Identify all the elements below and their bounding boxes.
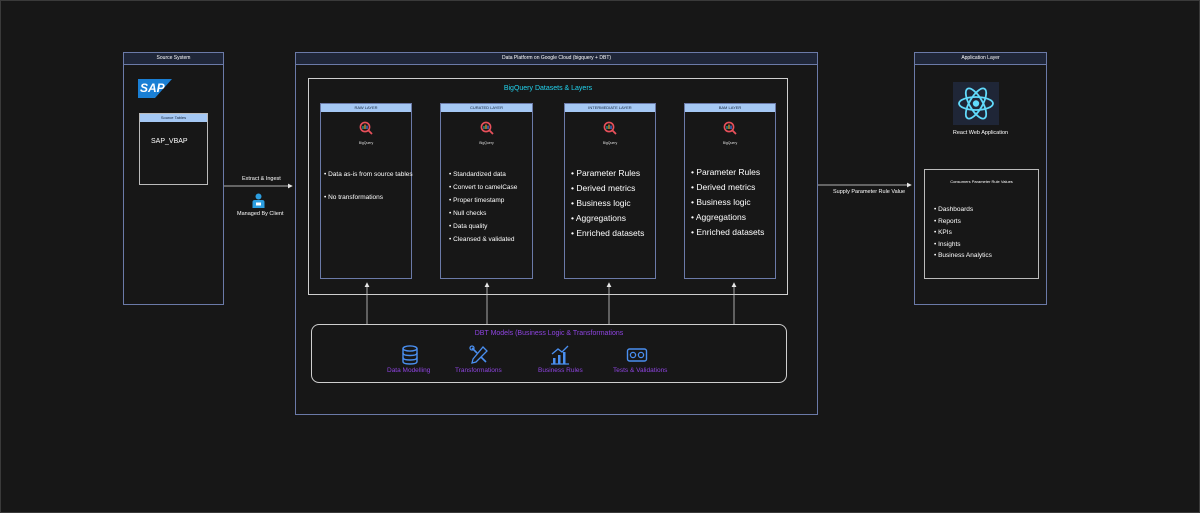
sap-logo: SAP [138, 79, 172, 98]
list-item: • Aggregations [571, 213, 626, 223]
list-item: • Business Analytics [934, 252, 992, 259]
consumers-box: Consumers Parameter Rule Values • Dashbo… [924, 169, 1039, 279]
list-item: • Cleansed & validated [449, 236, 515, 243]
list-item: • Business logic [691, 197, 751, 207]
managed-by-client-label: Managed By Client [237, 211, 284, 217]
list-item: • Standardized data [449, 171, 506, 178]
list-item: • Derived metrics [691, 182, 756, 192]
vr-icon [626, 344, 648, 366]
source-table-name: SAP_VBAP [151, 138, 188, 145]
database-icon [399, 344, 421, 366]
bigquery-label: BigQuery [479, 141, 494, 145]
bigquery-icon [480, 121, 494, 135]
layer-title: BAM LAYER [685, 104, 775, 112]
list-item: • Null checks [449, 210, 487, 217]
list-item: • Parameter Rules [571, 168, 641, 178]
tools-icon [468, 344, 490, 366]
react-icon [953, 82, 999, 125]
list-item: • Insights [934, 240, 961, 248]
layer-items: • Parameter Rules • Derived metrics • Bu… [571, 166, 644, 241]
list-item: • Parameter Rules [691, 167, 761, 177]
react-app-name: React Web Application [952, 130, 1009, 136]
dbt-item-label: Data Modelling [387, 367, 431, 374]
application-layer-title: Application Layer [915, 53, 1046, 65]
layer-items: • Data as-is from source tables • No tra… [324, 168, 413, 204]
application-layer-panel: Application Layer React Web Application … [914, 52, 1047, 305]
bigquery-logo: BigQuery [351, 121, 381, 145]
layer-title: RAW LAYER [321, 104, 411, 112]
bigquery-logo: BigQuery [595, 121, 625, 145]
source-system-title: Source System [124, 53, 223, 65]
list-item: • Enriched datasets [691, 227, 765, 237]
bigquery-logo: BigQuery [472, 121, 502, 145]
list-item: • No transformations [324, 194, 384, 201]
list-item: • KPIs [934, 229, 952, 236]
layer-title: CURATED LAYER [441, 104, 532, 112]
source-system-panel: Source System SAP Source Tables SAP_VBAP [123, 52, 224, 305]
layer-curated: CURATED LAYER BigQuery • Standardized da… [440, 103, 533, 279]
list-item: • Business logic [571, 198, 631, 208]
consumers-list: • Dashboards • Reports • KPIs • Insights… [934, 204, 992, 262]
layer-intermediate: INTERMEDIATE LAYER BigQuery • Parameter … [564, 103, 656, 279]
list-item: • Derived metrics [571, 183, 636, 193]
list-item: • Data quality [449, 223, 488, 230]
extract-ingest-label: Extract & Ingest [242, 176, 281, 182]
dbt-models-title: DBT Models (Business Logic & Transformat… [474, 330, 624, 337]
bigquery-icon [359, 121, 373, 135]
layer-title: INTERMEDIATE LAYER [565, 104, 655, 112]
list-item: • Dashboards [934, 206, 974, 213]
layer-bam: BAM LAYER BigQuery • Parameter Rules • D… [684, 103, 776, 279]
layer-raw: RAW LAYER BigQuery • Data as-is from sou… [320, 103, 413, 279]
list-item: • Reports [934, 217, 961, 225]
bigquery-datasets-title: BigQuery Datasets & Layers [503, 85, 593, 92]
consumers-title: Consumers Parameter Rule Values [950, 179, 1013, 184]
user-icon [252, 193, 265, 208]
layer-items: • Standardized data • Convert to camelCa… [449, 168, 517, 246]
bigquery-icon [603, 121, 617, 135]
bigquery-label: BigQuery [358, 141, 374, 145]
dbt-item-label: Transformations [455, 367, 502, 374]
bigquery-label: BigQuery [602, 141, 618, 145]
list-item: • Convert to camelCase [449, 184, 518, 191]
layer-items: • Parameter Rules • Derived metrics • Bu… [691, 165, 764, 240]
list-item: • Proper timestamp [449, 197, 505, 204]
list-item: • Data as-is from source tables [324, 171, 413, 178]
list-item: • Enriched datasets [571, 228, 645, 238]
source-tables-title: Source Tables [140, 114, 207, 122]
sap-logo-text: SAP [140, 81, 165, 95]
bigquery-label: BigQuery [722, 141, 738, 145]
supply-parameter-label: Supply Parameter Rule Value [833, 189, 906, 195]
bigquery-logo: BigQuery [715, 121, 745, 145]
chart-icon [549, 344, 571, 366]
source-tables-box: Source Tables SAP_VBAP [139, 113, 208, 185]
dbt-item-label: Tests & Validations [613, 367, 668, 374]
bigquery-icon [723, 121, 737, 135]
list-item: • Aggregations [691, 212, 746, 222]
data-platform-title: Data Platform on Google Cloud (bigquery … [296, 53, 817, 65]
dbt-item-label: Business Rules [538, 367, 583, 374]
